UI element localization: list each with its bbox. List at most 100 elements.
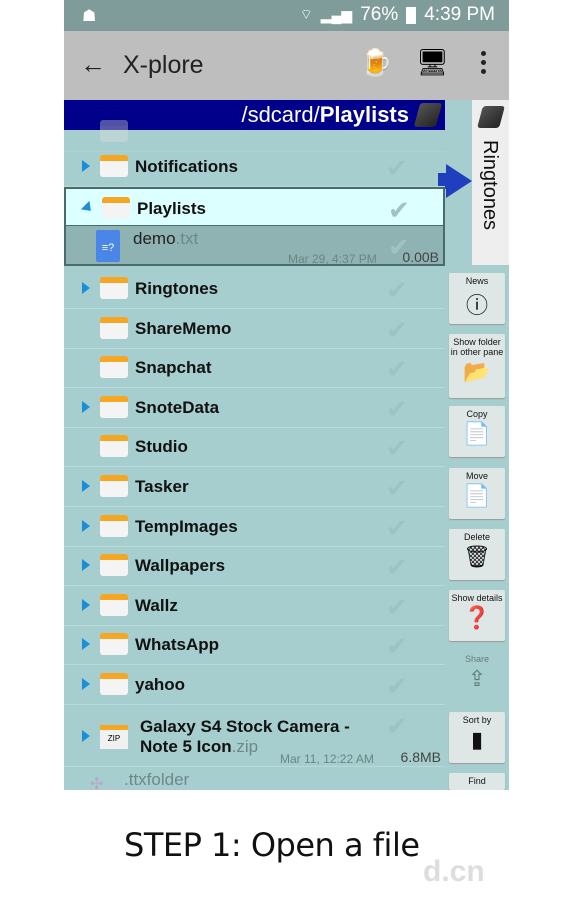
folder-icon — [100, 594, 128, 616]
action-label: Delete — [463, 532, 490, 542]
folder-row[interactable]: Tasker ✔ — [64, 467, 445, 507]
other-pane-tab[interactable]: Ringtones — [472, 100, 509, 265]
checkmark-icon[interactable]: ✔ — [386, 153, 408, 184]
expand-arrow-icon[interactable] — [82, 160, 90, 172]
action-news-button[interactable]: News ⓘ — [449, 273, 505, 324]
action-show-folder-in-other-pane-button[interactable]: Show folder in other pane 📂 — [449, 334, 505, 398]
action-label: Move — [465, 471, 488, 481]
folder-row[interactable]: Wallz ✔ — [64, 586, 445, 626]
beer-donate-icon[interactable]: 🍺 — [360, 47, 392, 78]
checkmark-icon[interactable]: ✔ — [386, 354, 408, 385]
file-row-zip[interactable]: ZIP Galaxy S4 Stock Camera - Note 5 Icon.… — [64, 705, 445, 767]
folder-row[interactable]: Ringtones ✔ — [64, 269, 445, 309]
file-date: Mar 29, 4:37 PM — [288, 252, 377, 266]
info-icon: ⓘ — [465, 293, 488, 318]
action-move-button[interactable]: Move 📄 — [449, 468, 505, 519]
file-list: Notifications ✔ Playlists ✔ Ringtones ✔ … — [64, 120, 445, 790]
action-label: Show folder in other pane — [450, 337, 504, 357]
checkmark-icon[interactable]: ✔ — [386, 671, 408, 702]
action-sort-by-button[interactable]: Sort by ▮ — [449, 712, 505, 763]
action-label: Share — [464, 654, 490, 664]
show-folder-icon: 📂 — [463, 359, 491, 384]
folder-name: ShareMemo — [135, 319, 232, 338]
folder-icon — [100, 435, 128, 457]
action-label: Show details — [451, 593, 503, 603]
file-name: demo.txt — [133, 229, 199, 248]
folder-row[interactable]: SnoteData ✔ — [64, 388, 445, 428]
action-label: Find — [468, 776, 486, 786]
expand-arrow-icon[interactable] — [82, 282, 90, 294]
folder-icon — [100, 277, 128, 299]
expand-arrow-icon[interactable] — [82, 730, 90, 742]
folder-icon — [100, 317, 128, 339]
checkmark-icon[interactable]: ✔ — [386, 552, 408, 583]
folder-icon — [100, 155, 128, 177]
action-show-details-button[interactable]: Show details ❓ — [449, 590, 505, 641]
folder-icon — [102, 197, 130, 219]
folder-row[interactable]: WhatsApp ✔ — [64, 625, 445, 665]
checkmark-icon[interactable]: ✔ — [386, 394, 408, 425]
action-label: Sort by — [462, 715, 492, 725]
checkmark-icon[interactable]: ✔ — [386, 473, 408, 504]
file-date: Mar 11, 12:22 AM — [280, 752, 374, 766]
collapse-arrow-icon[interactable] — [80, 200, 96, 216]
action-copy-button[interactable]: Copy 📄 — [449, 406, 505, 457]
wifi-icon: ⌔ — [299, 6, 313, 22]
checkmark-icon[interactable]: ✔ — [388, 232, 410, 263]
folder-name: WhatsApp — [135, 635, 220, 654]
app-toolbar: ← X-plore 🍺 🖥 — [64, 31, 509, 100]
folder-icon — [100, 554, 128, 576]
action-delete-button[interactable]: Delete 🗑 — [449, 529, 505, 580]
folder-name: Notifications — [135, 157, 238, 176]
zip-icon: ZIP — [100, 725, 128, 749]
list-item[interactable] — [64, 112, 445, 152]
other-pane-label: Ringtones — [479, 140, 501, 231]
checkmark-icon[interactable]: ✔ — [386, 433, 408, 464]
expand-arrow-icon[interactable] — [82, 638, 90, 650]
folder-row[interactable]: yahoo ✔ — [64, 665, 445, 705]
checkmark-icon[interactable]: ✔ — [386, 631, 408, 662]
folder-name: yahoo — [135, 675, 186, 694]
checkmark-icon[interactable]: ✔ — [386, 513, 408, 544]
battery-icon — [406, 6, 417, 24]
folder-row[interactable]: Studio ✔ — [64, 427, 445, 467]
action-find-button[interactable]: Find — [449, 773, 505, 790]
folder-name: Wallpapers — [135, 556, 226, 575]
folder-row[interactable]: ShareMemo ✔ — [64, 309, 445, 349]
folder-row[interactable]: TempImages ✔ — [64, 507, 445, 547]
folder-name: Playlists — [137, 199, 206, 218]
checkmark-icon[interactable]: ✔ — [386, 275, 408, 306]
expand-arrow-icon[interactable] — [82, 559, 90, 571]
checkmark-icon[interactable]: ✔ — [386, 711, 408, 742]
hidden-folder-row[interactable]: ✣ .ttxfolder — [64, 768, 445, 790]
folder-row[interactable]: Snapchat ✔ — [64, 348, 445, 388]
clock: 4:39 PM — [424, 4, 495, 25]
hidden-folder-icon: ✣ — [90, 776, 104, 790]
folder-row[interactable]: Notifications ✔ — [64, 147, 445, 187]
expand-arrow-icon[interactable] — [82, 599, 90, 611]
folder-row[interactable]: Wallpapers ✔ — [64, 546, 445, 586]
expand-arrow-icon[interactable] — [82, 480, 90, 492]
folder-name: SnoteData — [135, 398, 220, 417]
folder-name: Ringtones — [135, 279, 219, 298]
file-size: 6.8MB — [400, 749, 441, 765]
folder-name: TempImages — [135, 517, 238, 536]
expand-arrow-icon[interactable] — [82, 678, 90, 690]
action-share-button[interactable]: Share ⇪ — [449, 651, 505, 702]
checkmark-icon[interactable]: ✔ — [388, 195, 410, 226]
back-arrow-icon[interactable]: ← — [80, 49, 106, 80]
expand-arrow-icon[interactable] — [82, 401, 90, 413]
folder-name: Tasker — [135, 477, 189, 496]
dual-pane-icon[interactable]: 🖥 — [416, 47, 449, 78]
more-options-icon[interactable] — [481, 51, 487, 78]
folder-row[interactable]: Playlists ✔ — [64, 187, 445, 227]
folder-name: Snapchat — [135, 358, 212, 377]
expand-arrow-icon[interactable] — [82, 520, 90, 532]
details-icon: ❓ — [463, 605, 491, 630]
action-label: Copy — [466, 409, 488, 419]
checkmark-icon[interactable]: ✔ — [386, 315, 408, 346]
action-label: News — [465, 276, 489, 286]
text-file-icon: ≡? — [96, 230, 120, 262]
checkmark-icon[interactable]: ✔ — [386, 592, 408, 623]
file-row-demo[interactable]: ≡? demo.txt Mar 29, 4:37 PM 0.00B ✔ — [64, 226, 445, 266]
